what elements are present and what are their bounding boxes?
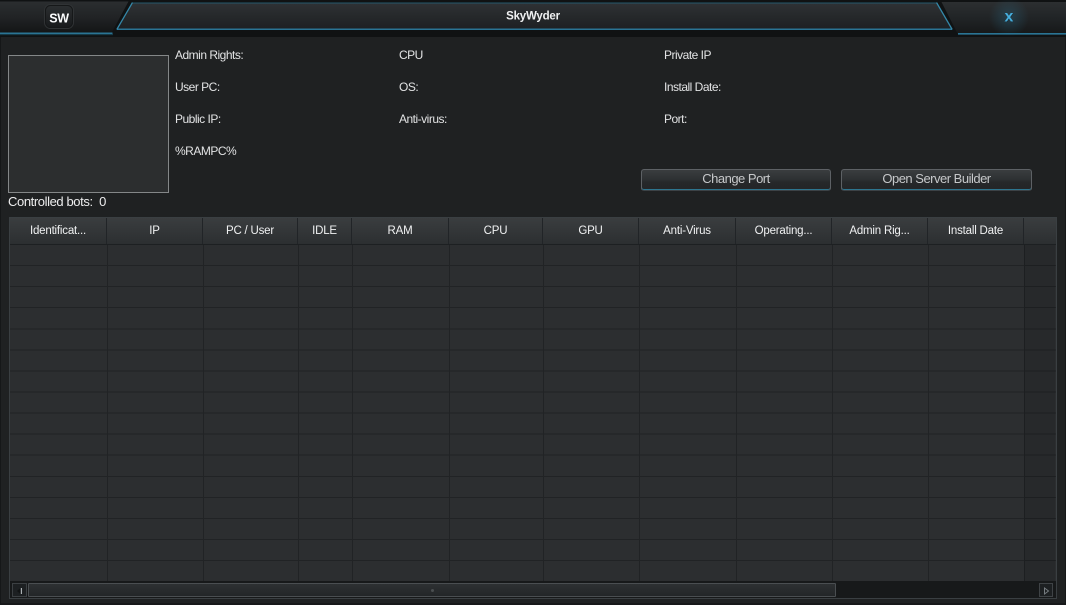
svg-text:x: x [1005, 9, 1014, 26]
svg-text:SW: SW [49, 11, 69, 25]
svg-text:SkyWyder: SkyWyder [506, 11, 561, 23]
